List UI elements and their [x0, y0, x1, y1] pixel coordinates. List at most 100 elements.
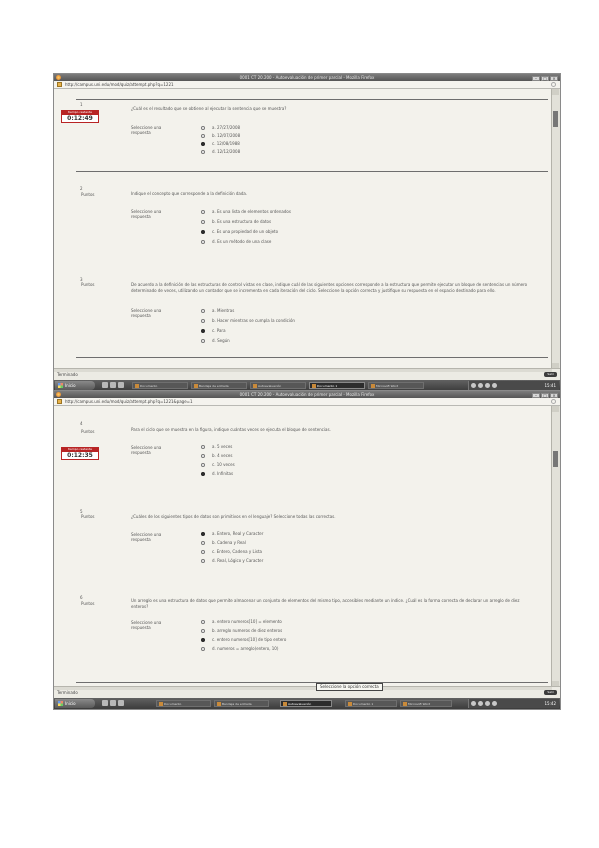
- mail-icon: [217, 702, 221, 706]
- windows-logo-icon: [58, 701, 63, 706]
- start-button[interactable]: Inicio: [55, 381, 95, 390]
- taskbar-item-active[interactable]: Documento 1: [309, 382, 365, 389]
- status-bar: Terminado Salir: [54, 368, 560, 380]
- document-icon: [312, 384, 316, 388]
- radio-button[interactable]: [201, 647, 205, 651]
- reload-icon[interactable]: [551, 399, 556, 404]
- url-text[interactable]: http://campus.uni.edu/mod/quiz/attempt.p…: [65, 81, 546, 88]
- question-text: ¿Cuál es el resultado que se obtiene al …: [131, 106, 287, 111]
- radio-button[interactable]: [201, 629, 205, 633]
- radio-button[interactable]: [201, 240, 205, 244]
- question-points: Puntos: [81, 601, 95, 606]
- radio-button[interactable]: [201, 541, 205, 545]
- ie-icon[interactable]: [102, 700, 108, 706]
- browser-icon: [283, 702, 287, 706]
- radio-button-selected[interactable]: [201, 230, 205, 234]
- taskbar-item[interactable]: Documento 1: [345, 700, 397, 707]
- radio-button[interactable]: [201, 319, 205, 323]
- radio-button-selected[interactable]: [201, 142, 205, 146]
- question-text: Para el ciclo que se muestra en la figur…: [131, 427, 331, 432]
- page-favicon: [57, 82, 62, 87]
- radio-button[interactable]: [201, 445, 205, 449]
- volume-icon[interactable]: [478, 383, 483, 388]
- answer-label: Seleccione una respuesta: [131, 125, 162, 135]
- scroll-thumb[interactable]: [553, 111, 558, 127]
- start-button[interactable]: Inicio: [55, 699, 95, 708]
- question-number: 1: [80, 102, 83, 107]
- status-pill[interactable]: Salir: [544, 372, 557, 377]
- question-points: Puntos: [81, 514, 95, 519]
- radio-button[interactable]: [201, 309, 205, 313]
- firefox-icon[interactable]: [110, 700, 116, 706]
- timer-value: 0:12:49: [61, 115, 99, 123]
- title-bar: 0001 CT 20.200 - Autoevaluación de prime…: [54, 391, 560, 398]
- taskbar-item[interactable]: Microsoft Word: [400, 700, 452, 707]
- answer-label: Seleccione una respuesta: [131, 308, 162, 318]
- radio-button[interactable]: [201, 150, 205, 154]
- vertical-scrollbar[interactable]: [551, 89, 560, 369]
- tooltip-popup: Seleccione la opción correcta: [316, 683, 383, 691]
- antivirus-icon[interactable]: [485, 701, 490, 706]
- radio-button[interactable]: [201, 620, 205, 624]
- vertical-scrollbar[interactable]: [551, 406, 560, 687]
- folder-icon: [159, 702, 163, 706]
- folder-icon: [135, 384, 139, 388]
- network-icon[interactable]: [471, 383, 476, 388]
- radio-button[interactable]: [201, 210, 205, 214]
- taskbar-item[interactable]: Bandeja de entrada: [214, 700, 269, 707]
- radio-button[interactable]: [201, 454, 205, 458]
- divider: [76, 171, 548, 172]
- radio-button[interactable]: [201, 220, 205, 224]
- horizontal-scrollbar[interactable]: [54, 687, 552, 690]
- antivirus-icon[interactable]: [485, 383, 490, 388]
- taskbar-item[interactable]: Documento: [156, 700, 211, 707]
- address-bar[interactable]: http://campus.uni.edu/mod/quiz/attempt.p…: [54, 81, 560, 89]
- radio-button[interactable]: [201, 559, 205, 563]
- question-text: Indique el concepto que corresponde a la…: [131, 191, 248, 196]
- radio-button-selected[interactable]: [201, 532, 205, 536]
- messenger-icon[interactable]: [492, 701, 497, 706]
- taskbar-item[interactable]: Bandeja de entrada: [191, 382, 247, 389]
- scroll-up-icon[interactable]: [552, 406, 559, 412]
- radio-button[interactable]: [201, 339, 205, 343]
- messenger-icon[interactable]: [492, 383, 497, 388]
- radio-button[interactable]: [201, 126, 205, 130]
- taskbar-item-active[interactable]: Autoevaluación: [280, 700, 332, 707]
- radio-button-selected[interactable]: [201, 472, 205, 476]
- status-text: Terminado: [57, 372, 78, 377]
- taskbar-item[interactable]: Autoevaluación: [250, 382, 306, 389]
- volume-icon[interactable]: [478, 701, 483, 706]
- radio-button[interactable]: [201, 463, 205, 467]
- taskbar-item[interactable]: Microsoft Word: [368, 382, 424, 389]
- scroll-up-icon[interactable]: [552, 89, 559, 95]
- url-text[interactable]: http://campus.uni.edu/mod/quiz/attempt.p…: [65, 398, 546, 405]
- radio-button[interactable]: [201, 550, 205, 554]
- radio-button[interactable]: [201, 134, 205, 138]
- browser-icon: [253, 384, 257, 388]
- status-pill[interactable]: Salir: [544, 690, 557, 695]
- mail-icon: [194, 384, 198, 388]
- word-icon: [371, 384, 375, 388]
- word-icon: [403, 702, 407, 706]
- divider: [76, 682, 548, 683]
- reload-icon[interactable]: [551, 82, 556, 87]
- quiz-timer: tiempo restante 0:12:35: [61, 447, 99, 460]
- title-bar: 0001 CT 20.200 - Autoevaluación de prime…: [54, 74, 560, 81]
- radio-button-selected[interactable]: [201, 638, 205, 642]
- firefox-icon[interactable]: [110, 382, 116, 388]
- network-icon[interactable]: [471, 701, 476, 706]
- quick-launch: [102, 700, 126, 707]
- horizontal-scrollbar[interactable]: [54, 369, 552, 372]
- desktop-icon[interactable]: [118, 700, 124, 706]
- ie-icon[interactable]: [102, 382, 108, 388]
- taskbar-item[interactable]: Documento: [132, 382, 188, 389]
- desktop-icon[interactable]: [118, 382, 124, 388]
- clock: 15:42: [544, 701, 556, 706]
- question-number: 2: [80, 186, 83, 191]
- scroll-thumb[interactable]: [553, 451, 558, 467]
- divider: [76, 99, 548, 100]
- answer-label: Seleccione una respuesta: [131, 445, 162, 455]
- radio-button-selected[interactable]: [201, 329, 205, 333]
- quiz-timer: tiempo restante 0:12:49: [61, 110, 99, 123]
- address-bar[interactable]: http://campus.uni.edu/mod/quiz/attempt.p…: [54, 398, 560, 406]
